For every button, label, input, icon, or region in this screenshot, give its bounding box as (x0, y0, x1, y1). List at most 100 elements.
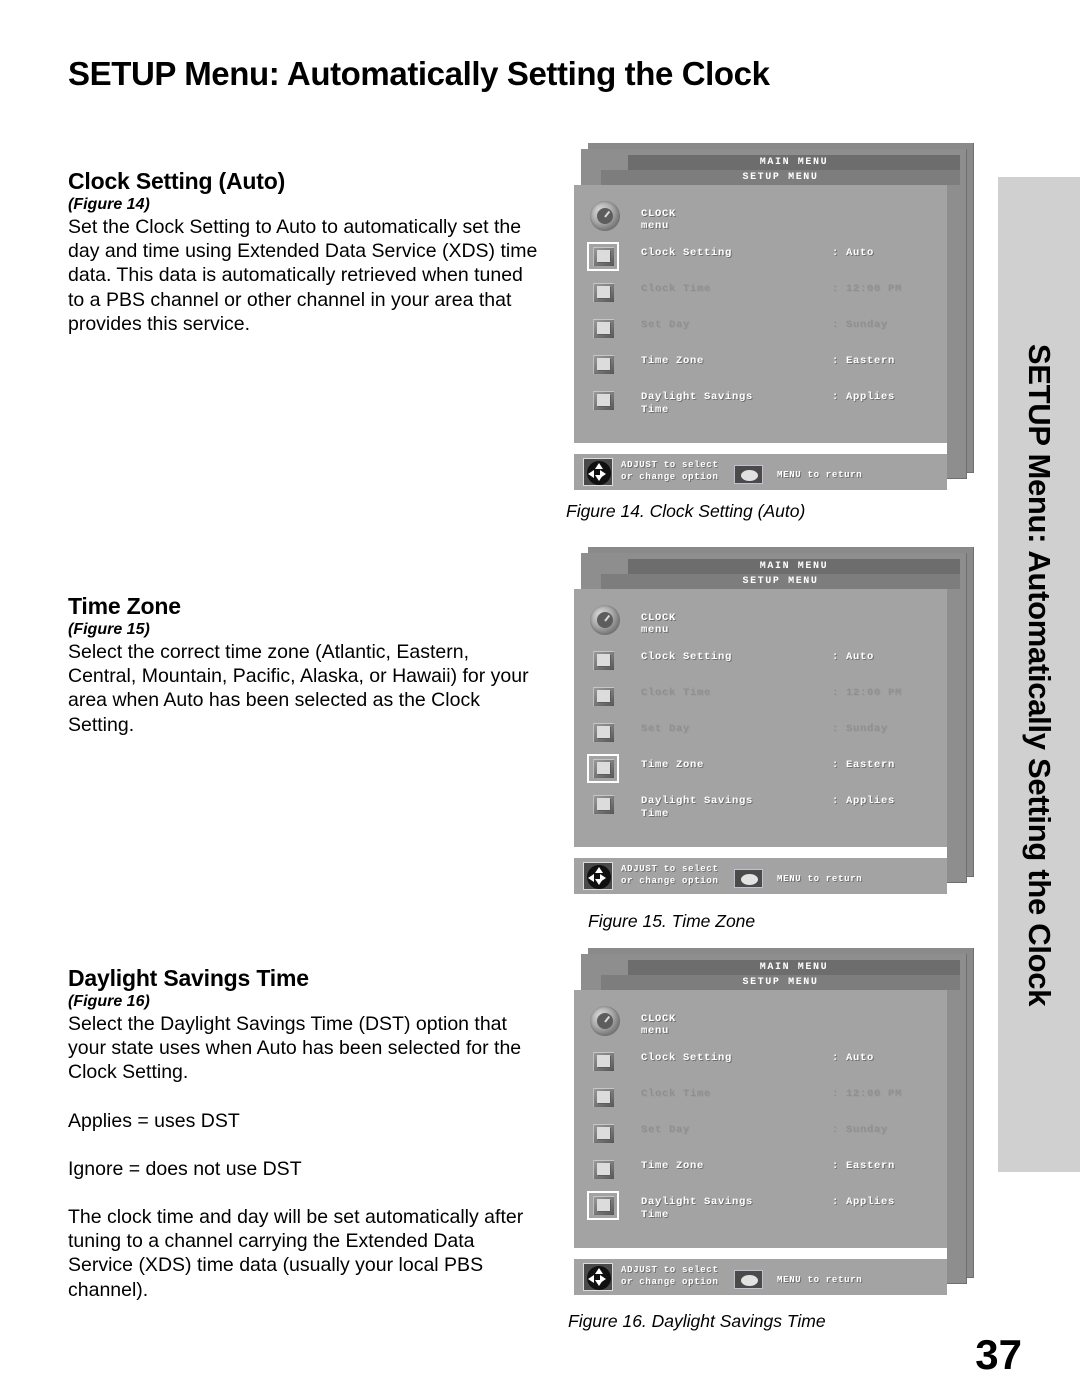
dpad-icon (583, 458, 613, 486)
osd-row-label: Clock Time (641, 283, 712, 295)
osd-row-icon (590, 721, 616, 744)
osd-row-value: Sunday (846, 723, 889, 735)
osd-row-colon: : (832, 355, 839, 367)
osd-row[interactable]: Daylight Savings Time: Applies (584, 1190, 939, 1226)
paragraph-ignore: Ignore = does not use DST (68, 1157, 302, 1180)
section-figure-ref: (Figure 16) (68, 993, 150, 1010)
osd-menu-body: CLOCK menu Clock Setting: Auto Clock Time:1… (574, 589, 947, 847)
osd-row-icon (587, 1191, 619, 1220)
osd-row[interactable]: Set Day: Sunday (584, 717, 939, 753)
osd-row[interactable]: Daylight Savings Time: Applies (584, 385, 939, 421)
osd-row-label: Clock Setting (641, 651, 733, 663)
osd-row-icon (590, 1158, 616, 1181)
osd-row-label: Clock Time (641, 687, 712, 699)
osd-row-value: Applies (846, 1196, 896, 1208)
osd-row-label: Clock Time (641, 1088, 712, 1100)
osd-divider (574, 847, 947, 858)
osd-row[interactable]: Clock Time:12:00 PM (584, 277, 939, 313)
osd-row-icon (590, 685, 616, 708)
clock-icon (590, 605, 620, 635)
osd-title-setup: SETUP MENU (601, 975, 960, 990)
osd-row-value: Auto (846, 651, 875, 663)
section-figure-ref: (Figure 14) (68, 196, 150, 213)
osd-title-main: MAIN MENU (628, 155, 960, 170)
page-title: SETUP Menu: Automatically Setting the Cl… (68, 55, 770, 92)
osd-row-value: 12:00 PM (846, 283, 903, 295)
paragraph-xds-note: The clock time and day will be set autom… (68, 1206, 524, 1301)
osd-front-window: MAIN MENU SETUP MENU CLOCK menu Clock Setti… (574, 960, 960, 1295)
osd-title-setup: SETUP MENU (601, 170, 960, 185)
osd-row-value: Eastern (846, 1160, 896, 1172)
osd-row[interactable]: Time Zone: Eastern (584, 1154, 939, 1190)
osd-row-icon (590, 793, 616, 816)
manual-page: SETUP Menu: Automatically Setting the Cl… (0, 0, 1080, 1397)
osd-row-value: Auto (846, 247, 875, 259)
osd-row-icon (590, 1122, 616, 1145)
osd-menu-body: CLOCK menu Clock Setting: Auto Clock Time:1… (574, 185, 947, 443)
osd-row-value: Eastern (846, 355, 896, 367)
osd-row-icon (590, 353, 616, 376)
osd-row-colon: : (832, 319, 839, 331)
osd-row-icon (587, 754, 619, 783)
clock-icon (590, 201, 620, 231)
figure-16: MAIN MENU SETUP MENU CLOCK menu Clock Setti… (574, 948, 974, 1296)
osd-row[interactable]: Set Day: Sunday (584, 1118, 939, 1154)
osd-row-label: Time Zone (641, 1160, 705, 1172)
osd-row-label: Daylight Savings Time (641, 795, 754, 820)
page-number: 37 (975, 1331, 1022, 1378)
figure-14-caption: Figure 14. Clock Setting (Auto) (566, 501, 806, 521)
osd-row-icon (587, 242, 619, 271)
menu-button-icon (734, 869, 763, 888)
osd-clock-menu-label: CLOCK menu (641, 208, 677, 232)
osd-row-label: Set Day (641, 319, 691, 331)
osd-row-icon (590, 1050, 616, 1073)
osd-row-icon (590, 317, 616, 340)
osd-menu-window: MAIN MENU SETUP MENU CLOCK menu Clock Setti… (574, 547, 974, 895)
osd-row[interactable]: Time Zone: Eastern (584, 349, 939, 385)
clock-icon (590, 1006, 620, 1036)
osd-footer: ADJUST to select or change option MENU to … (574, 454, 947, 490)
paragraph: Set the Clock Setting to Auto to automat… (68, 216, 538, 335)
osd-row-icon (590, 649, 616, 672)
osd-row[interactable]: Set Day: Sunday (584, 313, 939, 349)
section-clock-setting: Clock Setting (Auto) (Figure 14) Set the… (68, 168, 538, 336)
osd-footer: ADJUST to select or change option MENU to … (574, 858, 947, 894)
osd-row-colon: : (832, 1088, 839, 1100)
osd-row-icon (590, 1086, 616, 1109)
osd-row[interactable]: Clock Setting: Auto (584, 645, 939, 681)
osd-title-setup: SETUP MENU (601, 574, 960, 589)
osd-row-value: Sunday (846, 1124, 889, 1136)
osd-row[interactable]: Clock Setting: Auto (584, 1046, 939, 1082)
osd-row[interactable]: Time Zone: Eastern (584, 753, 939, 789)
osd-footer: ADJUST to select or change option MENU to … (574, 1259, 947, 1295)
menu-button-icon (734, 465, 763, 484)
osd-row-label: Daylight Savings Time (641, 391, 754, 416)
osd-footer-menu-text: MENU to return (777, 874, 863, 884)
menu-button-icon (734, 1270, 763, 1289)
osd-menu-window: MAIN MENU SETUP MENU CLOCK menu Clock Setti… (574, 143, 974, 491)
osd-row[interactable]: Clock Time:12:00 PM (584, 681, 939, 717)
osd-row-colon: : (832, 651, 839, 663)
osd-row[interactable]: Clock Setting: Auto (584, 241, 939, 277)
osd-row-colon: : (832, 1052, 839, 1064)
osd-front-window: MAIN MENU SETUP MENU CLOCK menu Clock Setti… (574, 155, 960, 490)
osd-row-value: Applies (846, 795, 896, 807)
osd-row-colon: : (832, 391, 839, 403)
osd-divider (574, 1248, 947, 1259)
dpad-icon (583, 862, 613, 890)
osd-row-value: Eastern (846, 759, 896, 771)
osd-row[interactable]: Clock Time:12:00 PM (584, 1082, 939, 1118)
osd-row-value: Auto (846, 1052, 875, 1064)
osd-row-colon: : (832, 723, 839, 735)
section-figure-ref: (Figure 15) (68, 621, 150, 638)
osd-front-window: MAIN MENU SETUP MENU CLOCK menu Clock Setti… (574, 559, 960, 894)
section-daylight-savings-time: Daylight Savings Time (Figure 16) Select… (68, 965, 538, 1302)
section-heading: Daylight Savings Time (68, 965, 309, 991)
osd-row-label: Time Zone (641, 355, 705, 367)
dpad-icon (583, 1263, 613, 1291)
osd-row[interactable]: Daylight Savings Time: Applies (584, 789, 939, 825)
osd-menu-window: MAIN MENU SETUP MENU CLOCK menu Clock Setti… (574, 948, 974, 1296)
figure-15-caption: Figure 15. Time Zone (588, 911, 756, 931)
figure-15: MAIN MENU SETUP MENU CLOCK menu Clock Setti… (574, 547, 974, 895)
osd-row-colon: : (832, 1196, 839, 1208)
